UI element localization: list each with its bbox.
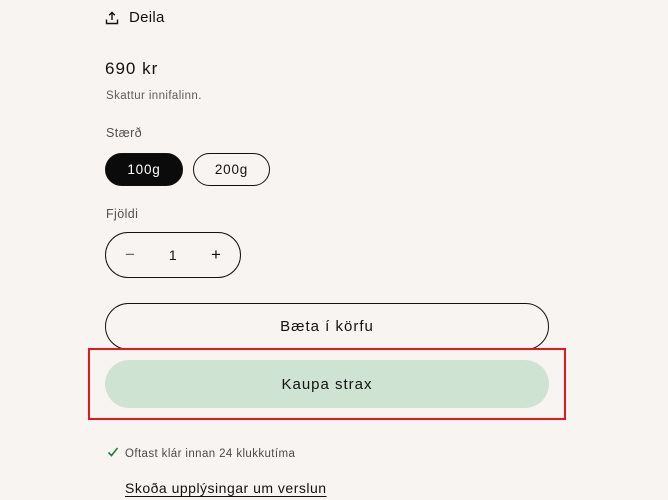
quantity-value[interactable]: 1: [169, 247, 177, 263]
size-option-200g[interactable]: 200g: [193, 153, 270, 186]
tax-note: Skattur innifalinn.: [106, 90, 202, 102]
quantity-decrease-button[interactable]: −: [120, 245, 140, 265]
share-label: Deila: [129, 9, 165, 26]
size-label: Stærð: [106, 126, 143, 140]
quantity-increase-button[interactable]: +: [206, 245, 226, 265]
pickup-status: Oftast klár innan 24 klukkutíma: [125, 447, 296, 460]
product-price: 690 kr: [105, 59, 159, 78]
highlight-box: [88, 348, 566, 420]
store-info-link[interactable]: Skoða upplýsingar um verslun: [125, 480, 327, 496]
quantity-stepper: − 1 +: [105, 232, 241, 278]
check-icon: [107, 446, 119, 461]
quantity-label: Fjöldi: [106, 207, 139, 221]
size-option-100g[interactable]: 100g: [105, 153, 183, 186]
share-icon: [105, 10, 119, 25]
share-button[interactable]: Deila: [105, 9, 165, 26]
product-purchase-panel: Deila 690 kr Skattur innifalinn. Stærð 1…: [0, 0, 668, 500]
pickup-availability: Oftast klár innan 24 klukkutíma: [107, 446, 295, 461]
add-to-cart-button[interactable]: Bæta í körfu: [105, 303, 549, 350]
